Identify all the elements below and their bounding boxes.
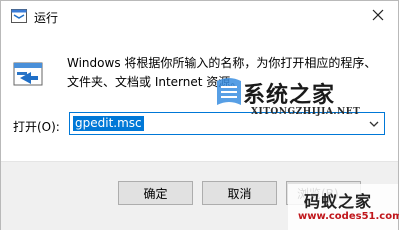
chevron-down-icon[interactable] xyxy=(367,117,381,131)
open-label: 打开(O): xyxy=(13,120,60,134)
close-button[interactable] xyxy=(364,4,392,26)
run-icon xyxy=(11,9,27,23)
browse-button[interactable]: 浏览(B)... xyxy=(286,181,361,205)
dialog-body: Windows 将根据你所输入的名称，为你打开相应的程序、 文件夹、文档或 In… xyxy=(1,32,398,161)
run-dialog: 运行 Windows 将根据你所输入的名称，为你打开相应的程序、 文件夹、文档或… xyxy=(0,0,399,230)
title-bar[interactable]: 运行 xyxy=(1,1,398,32)
run-program-icon xyxy=(13,62,43,86)
close-icon xyxy=(372,9,384,21)
command-input[interactable]: gpedit.msc xyxy=(73,116,144,131)
cancel-button[interactable]: 取消 xyxy=(202,181,277,205)
ok-button[interactable]: 确定 xyxy=(118,181,193,205)
window-title: 运行 xyxy=(34,11,59,25)
dialog-footer: 确定 取消 浏览(B)... xyxy=(1,161,398,230)
dialog-description: Windows 将根据你所输入的名称，为你打开相应的程序、 文件夹、文档或 In… xyxy=(67,56,377,89)
command-combobox[interactable]: gpedit.msc xyxy=(69,112,385,135)
